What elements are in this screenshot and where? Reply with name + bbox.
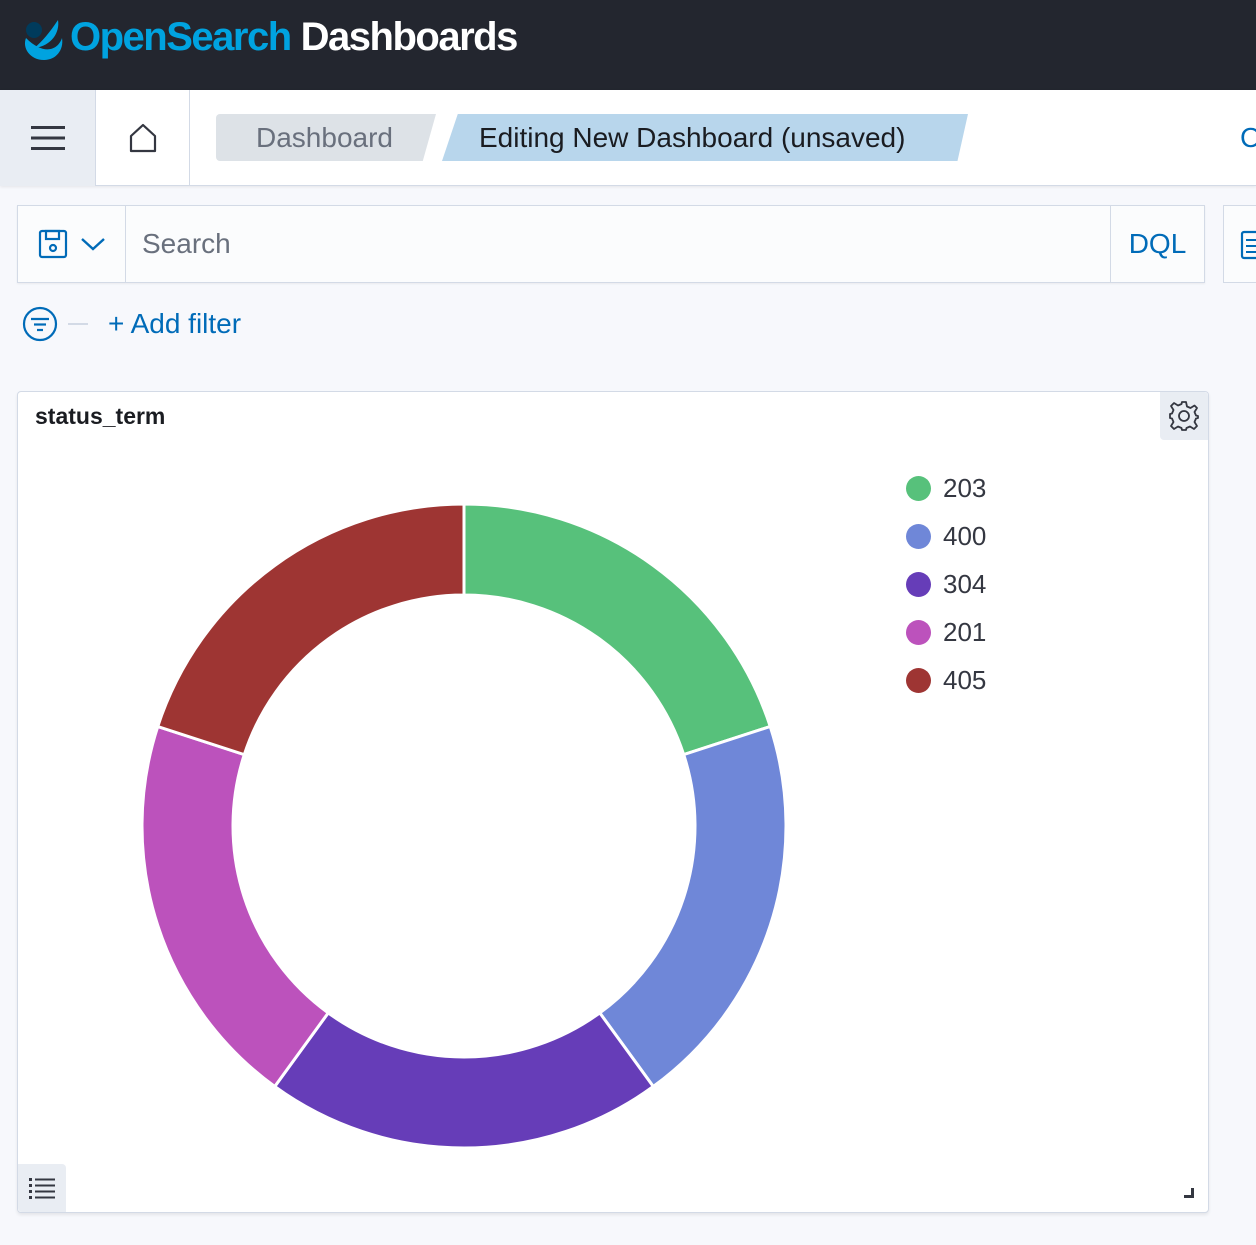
filter-separator [68,323,88,325]
opensearch-logo-icon [24,20,63,60]
visualization-panel: status_term 203 400 304 201 405 [17,391,1209,1213]
brand-title-part2: Dashboards [300,15,519,59]
legend-label: 400 [943,520,987,551]
panel-resize-handle[interactable] [1184,1188,1194,1198]
chart-legend: 203 400 304 201 405 [906,464,986,704]
donut-chart [140,502,788,1150]
legend-label: 405 [943,664,987,695]
panel-title: status_term [35,403,166,429]
home-button[interactable] [96,90,190,186]
slice-400[interactable] [597,724,788,1089]
legend-item-304[interactable]: 304 [906,560,986,608]
list-icon [29,1178,55,1199]
home-icon [129,123,156,153]
filter-icon[interactable] [22,306,58,342]
slice-201[interactable] [140,724,331,1089]
brand-title-part1: OpenSearch [70,15,292,59]
legend-swatch [906,475,931,501]
legend-swatch [906,571,931,597]
hamburger-icon [30,126,65,150]
breadcrumb-current: Editing New Dashboard (unsaved) [442,114,968,161]
legend-swatch [906,523,931,549]
saved-query-button[interactable] [18,206,126,282]
query-bar: DQL [17,205,1205,283]
breadcrumb-dashboard[interactable]: Dashboard [216,114,436,161]
panel-options-button[interactable] [1160,392,1208,440]
search-input[interactable] [126,206,1110,282]
menu-toggle-button[interactable] [0,90,96,186]
calendar-icon [1240,230,1256,260]
slice-203[interactable] [462,502,773,757]
nav-right-link[interactable]: C [1240,114,1256,161]
date-picker-button[interactable] [1223,205,1256,283]
legend-label: 304 [943,568,987,599]
slice-304[interactable] [272,1010,656,1150]
slice-405[interactable] [155,502,466,757]
save-icon [38,229,67,259]
nav-bar: Dashboard Editing New Dashboard (unsaved… [0,90,1256,186]
legend-item-201[interactable]: 201 [906,608,986,656]
legend-swatch [906,667,931,693]
legend-item-203[interactable]: 203 [906,464,986,512]
legend-item-400[interactable]: 400 [906,512,986,560]
legend-label: 201 [943,616,987,647]
legend-item-405[interactable]: 405 [906,656,986,704]
legend-label: 203 [943,472,987,503]
add-filter-button[interactable]: + Add filter [108,304,241,344]
legend-swatch [906,619,931,645]
gear-icon [1169,401,1199,431]
query-language-button[interactable]: DQL [1110,206,1204,282]
legend-toggle-button[interactable] [18,1164,66,1212]
app-header: OpenSearch Dashboards [0,0,1256,90]
chevron-down-icon [80,238,105,251]
brand-title[interactable]: OpenSearch Dashboards [70,14,519,60]
